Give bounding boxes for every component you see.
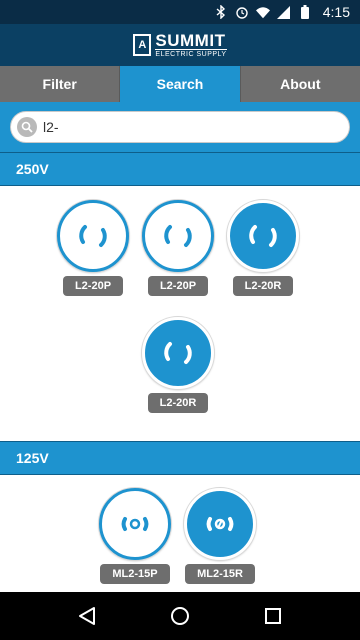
logo-subtitle: ELECTRIC SUPPLY — [155, 49, 227, 58]
recents-icon[interactable] — [259, 602, 287, 630]
section-header-250v: 250V — [0, 152, 360, 186]
device-label: ML2-15P — [100, 564, 170, 584]
logo-title: SUMMIT — [155, 31, 226, 50]
device-label: L2-20P — [147, 276, 209, 296]
tab-about[interactable]: About — [240, 66, 360, 102]
search-input[interactable] — [43, 119, 349, 135]
device-item[interactable]: L2-20R — [226, 200, 300, 296]
l2-20r-receptacle-icon[interactable] — [227, 200, 299, 272]
app-header: A SUMMIT ELECTRIC SUPPLY — [0, 24, 360, 66]
home-icon[interactable] — [166, 602, 194, 630]
status-bar: 4:15 — [0, 0, 360, 24]
ml2-15r-receptacle-icon[interactable] — [184, 488, 256, 560]
device-item[interactable]: ML2-15R — [183, 488, 257, 584]
device-label: L2-20R — [232, 276, 294, 296]
wifi-icon — [255, 5, 270, 19]
tab-search[interactable]: Search — [120, 66, 241, 102]
device-label: ML2-15R — [185, 564, 255, 584]
bluetooth-icon — [214, 5, 228, 19]
l2-20p-plug-icon[interactable] — [142, 200, 214, 272]
search-bar — [0, 102, 360, 152]
back-icon[interactable] — [73, 602, 101, 630]
tab-filter[interactable]: Filter — [0, 66, 121, 102]
system-nav-bar — [0, 592, 360, 640]
l2-20p-plug-icon[interactable] — [57, 200, 129, 272]
clock: 4:15 — [322, 4, 350, 20]
device-item[interactable]: ML2-15P — [98, 488, 172, 584]
section-header-125v: 125V — [0, 441, 360, 475]
alarm-icon — [235, 5, 249, 19]
summit-logo: A SUMMIT ELECTRIC SUPPLY — [133, 31, 227, 58]
search-box[interactable] — [10, 111, 350, 143]
battery-icon — [298, 5, 312, 19]
l2-20r-receptacle-icon[interactable] — [142, 317, 214, 389]
search-icon — [17, 117, 37, 137]
device-item[interactable]: L2-20P — [141, 200, 215, 296]
logo-mark: A — [133, 34, 152, 56]
ml2-15p-plug-icon[interactable] — [99, 488, 171, 560]
device-label: L2-20R — [147, 393, 209, 413]
device-item[interactable]: L2-20R — [141, 317, 215, 413]
device-item[interactable]: L2-20P — [56, 200, 130, 296]
device-label: L2-20P — [62, 276, 124, 296]
tab-bar: Filter Search About — [0, 66, 360, 102]
signal-icon — [277, 5, 291, 19]
